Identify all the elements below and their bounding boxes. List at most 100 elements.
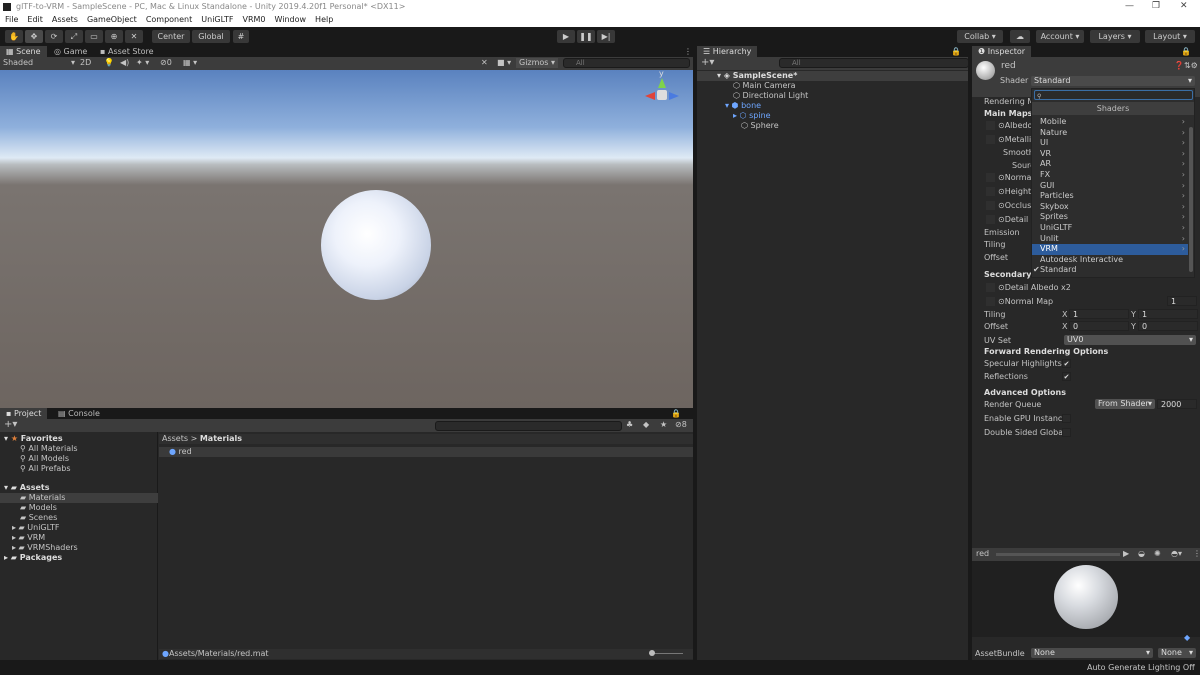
- shader-menu-item[interactable]: VRM ›: [1032, 244, 1188, 255]
- menu-file[interactable]: File: [5, 15, 18, 24]
- scene-viewport[interactable]: y: [0, 70, 693, 408]
- tiling-x-input[interactable]: 1: [1069, 309, 1129, 319]
- tree-vrm[interactable]: ▸ ▰ VRM: [12, 533, 45, 543]
- offset-y-input[interactable]: 0: [1138, 321, 1198, 331]
- scene-search-input[interactable]: All: [563, 58, 690, 68]
- scene-gizmo[interactable]: y: [640, 70, 684, 122]
- cloud-icon[interactable]: ☁: [1010, 30, 1030, 43]
- create-button[interactable]: +▾: [4, 420, 17, 430]
- menu-gameobject[interactable]: GameObject: [87, 15, 137, 24]
- shading-dropdown[interactable]: Shaded ▾: [3, 58, 75, 68]
- 2d-toggle[interactable]: 2D: [80, 58, 91, 68]
- collab-dropdown[interactable]: Collab ▾: [957, 30, 1003, 43]
- shader-menu-item[interactable]: Unlit ›: [1032, 234, 1188, 245]
- detail-mask-row[interactable]: ⊙Detail M: [986, 215, 1038, 225]
- menu-unigltf[interactable]: UniGLTF: [201, 15, 233, 24]
- assetbundle-variant-dropdown[interactable]: None ▾: [1158, 648, 1196, 658]
- metallic-row[interactable]: ⊙Metallic: [986, 135, 1036, 145]
- preview-light-icon[interactable]: ✺: [1154, 549, 1161, 559]
- shader-dropdown[interactable]: Standard ▾: [1031, 76, 1195, 86]
- tab-console[interactable]: ▤ Console: [52, 408, 106, 419]
- tree-packages[interactable]: ▸ ▰ Packages: [4, 553, 62, 563]
- tools-icon[interactable]: ✕: [481, 58, 488, 68]
- menu-edit[interactable]: Edit: [27, 15, 43, 24]
- scale-tool-icon[interactable]: ⤢: [65, 30, 83, 43]
- search-by-label-icon[interactable]: ◆: [643, 420, 649, 430]
- file-item-red[interactable]: ● red: [159, 447, 693, 457]
- shader-menu-item[interactable]: Mobile ›: [1032, 117, 1188, 128]
- shader-menu-item[interactable]: AR ›: [1032, 159, 1188, 170]
- shader-menu-item[interactable]: FX ›: [1032, 170, 1188, 181]
- shader-menu-item[interactable]: UI ›: [1032, 138, 1188, 149]
- step-button[interactable]: ▶|: [597, 30, 615, 43]
- more-icon[interactable]: ⋮: [1193, 549, 1200, 559]
- shader-menu-item[interactable]: UniGLTF ›: [1032, 223, 1188, 234]
- shader-menu-item[interactable]: VR ›: [1032, 149, 1188, 160]
- lock-icon[interactable]: 🔒⋮: [665, 408, 693, 429]
- grid-snap-icon[interactable]: #: [233, 30, 249, 43]
- render-queue-input[interactable]: 2000: [1157, 399, 1197, 409]
- shader-menu-item[interactable]: Nature ›: [1032, 128, 1188, 139]
- tree-models[interactable]: ▰ Models: [20, 503, 57, 513]
- preview-shape-dropdown[interactable]: ◓▾: [1171, 549, 1182, 559]
- grid-toggle-icon[interactable]: ▦ ▾: [183, 58, 197, 68]
- tab-asset-store[interactable]: ▪ Asset Store: [94, 46, 160, 57]
- audio-toggle-icon[interactable]: ◀): [120, 58, 129, 68]
- assetbundle-dropdown[interactable]: None ▾: [1031, 648, 1153, 658]
- tab-game[interactable]: ◎ Game: [48, 46, 93, 57]
- shader-menu-item[interactable]: Sprites ›: [1032, 212, 1188, 223]
- detail-albedo-row[interactable]: ⊙Detail Albedo x2: [986, 283, 1071, 293]
- reflections-checkbox[interactable]: ✔: [1062, 372, 1071, 381]
- occlusion-row[interactable]: ⊙Occlusi: [986, 201, 1033, 211]
- tree-unigltf[interactable]: ▸ ▰ UniGLTF: [12, 523, 59, 533]
- rotate-tool-icon[interactable]: ⟳: [45, 30, 63, 43]
- lock-icon[interactable]: 🔒⋮: [945, 46, 968, 67]
- lighting-toggle-icon[interactable]: 💡: [104, 58, 114, 68]
- play-button[interactable]: ▶: [557, 30, 575, 43]
- shader-menu-item[interactable]: ✔ Standard: [1032, 265, 1188, 276]
- tab-scene[interactable]: ▦ Scene: [0, 46, 47, 57]
- hidden-packages-toggle[interactable]: ⊘8: [675, 420, 687, 430]
- menu-help[interactable]: Help: [315, 15, 333, 24]
- pivot-toggle[interactable]: Center: [152, 30, 190, 43]
- breadcrumb-materials[interactable]: Materials: [200, 434, 242, 443]
- hierarchy-item-spine[interactable]: ▸ ⬡ spine: [733, 111, 771, 121]
- render-queue-dropdown[interactable]: From Shader ▾: [1095, 399, 1155, 409]
- lock-icon[interactable]: 🔒⋮: [1175, 46, 1200, 67]
- hierarchy-item-bone[interactable]: ▾ ⬢ bone: [725, 101, 761, 111]
- move-tool-icon[interactable]: ✥: [25, 30, 43, 43]
- albedo-row[interactable]: ⊙Albedo: [986, 121, 1032, 131]
- rect-tool-icon[interactable]: ▭: [85, 30, 103, 43]
- offset-x-input[interactable]: 0: [1069, 321, 1129, 331]
- scene-root[interactable]: ▾ ◈ SampleScene*: [697, 71, 968, 81]
- breadcrumb-assets[interactable]: Assets: [162, 434, 188, 443]
- layers-dropdown[interactable]: Layers ▾: [1090, 30, 1140, 43]
- shader-menu-item[interactable]: GUI ›: [1032, 181, 1188, 192]
- tree-assets[interactable]: ▾ ▰ Assets: [4, 483, 49, 493]
- double-sided-gi-checkbox[interactable]: [1062, 428, 1071, 437]
- menu-vrm0[interactable]: VRM0: [242, 15, 265, 24]
- material-preview[interactable]: [972, 561, 1200, 637]
- shader-search-input[interactable]: ⚲: [1034, 90, 1193, 100]
- icon-size-slider[interactable]: [649, 650, 683, 656]
- favorites-star-icon[interactable]: ★: [660, 420, 667, 430]
- header-icons[interactable]: ❓⇅⚙: [1174, 61, 1198, 71]
- tree-all-models[interactable]: ⚲ All Models: [20, 454, 69, 464]
- gizmos-dropdown[interactable]: Gizmos ▾: [516, 58, 559, 68]
- layout-dropdown[interactable]: Layout ▾: [1145, 30, 1195, 43]
- preview-mesh-icon[interactable]: ◒: [1138, 549, 1145, 559]
- specular-highlights-checkbox[interactable]: ✔: [1062, 359, 1071, 368]
- project-search-input[interactable]: [435, 421, 622, 431]
- normal-scale-input[interactable]: 1: [1167, 296, 1197, 306]
- label-tag-icon[interactable]: ◆: [1184, 633, 1190, 643]
- tree-scenes[interactable]: ▰ Scenes: [20, 513, 57, 523]
- tab-inspector[interactable]: ❶ Inspector: [972, 46, 1032, 57]
- menu-component[interactable]: Component: [146, 15, 192, 24]
- gpu-instancing-checkbox[interactable]: [1062, 414, 1071, 423]
- pause-button[interactable]: ❚❚: [577, 30, 595, 43]
- search-by-type-icon[interactable]: ♣: [626, 420, 633, 430]
- hierarchy-item-main-camera[interactable]: ⬡ Main Camera: [733, 81, 796, 91]
- more-icon[interactable]: ⋮: [678, 46, 698, 57]
- transform-tool-icon[interactable]: ⊕: [105, 30, 123, 43]
- hierarchy-item-directional-light[interactable]: ⬡ Directional Light: [733, 91, 808, 101]
